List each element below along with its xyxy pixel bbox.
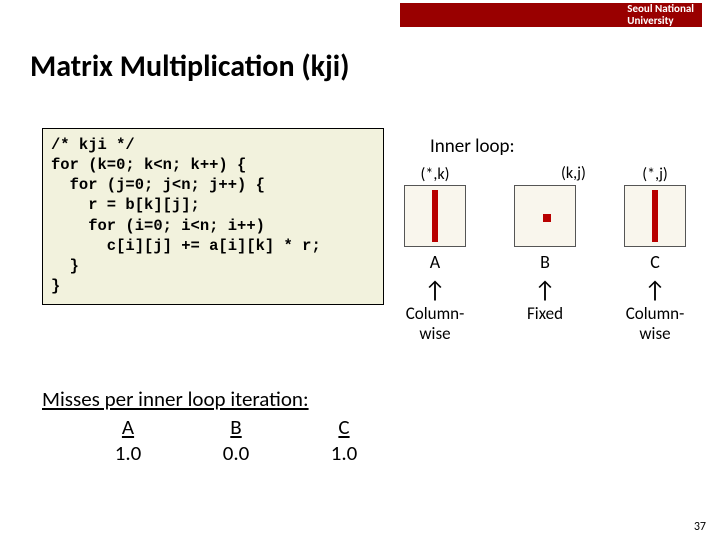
matrix-c-index: (*,j) — [642, 165, 668, 185]
arrow-up-icon: ↑ — [644, 281, 666, 300]
matrix-c-name: C — [650, 251, 660, 273]
matrix-b-access: Fixed — [527, 304, 563, 324]
misses-a-head: A — [98, 414, 158, 440]
matrix-a: (*,k) A ↑ Column- wise — [404, 165, 466, 343]
misses-section: Misses per inner loop iteration: A 1.0 B… — [42, 386, 374, 466]
matrix-a-access: Column- wise — [406, 304, 465, 343]
matrix-c-access: Column- wise — [626, 304, 685, 343]
matrix-diagram: (*,k) A ↑ Column- wise (k,j) B ↑ Fixed (… — [404, 165, 704, 343]
misses-b-val: 0.0 — [206, 440, 266, 466]
slide: Seoul National University Matrix Multipl… — [0, 0, 720, 540]
matrix-b: (k,j) B ↑ Fixed — [514, 165, 576, 343]
misses-c-val: 1.0 — [314, 440, 374, 466]
misses-c-head: C — [314, 414, 374, 440]
inner-loop-title: Inner loop: — [430, 135, 515, 158]
matrix-b-index: (k,j) — [561, 164, 586, 183]
element-mark — [543, 214, 551, 222]
column-mark — [652, 190, 658, 242]
column-mark — [432, 190, 438, 242]
misses-heading: Misses per inner loop iteration: — [42, 386, 309, 412]
matrix-c-box — [624, 185, 686, 247]
misses-col-a: A 1.0 — [98, 414, 158, 466]
misses-col-b: B 0.0 — [206, 414, 266, 466]
matrix-b-name: B — [540, 251, 550, 273]
header-bar: Seoul National University — [400, 3, 702, 27]
page-title: Matrix Multiplication (kji) — [30, 48, 349, 85]
matrix-a-index: (*,k) — [421, 165, 450, 185]
page-number: 37 — [694, 520, 706, 534]
arrow-up-icon: ↑ — [424, 281, 446, 300]
misses-col-c: C 1.0 — [314, 414, 374, 466]
misses-b-head: B — [206, 414, 266, 440]
matrix-b-box: (k,j) — [514, 185, 576, 247]
misses-a-val: 1.0 — [98, 440, 158, 466]
matrix-c: (*,j) C ↑ Column- wise — [624, 165, 686, 343]
arrow-up-icon: ↑ — [534, 281, 556, 300]
misses-table: A 1.0 B 0.0 C 1.0 — [42, 414, 374, 466]
matrix-a-box — [404, 185, 466, 247]
matrix-a-name: A — [430, 251, 440, 273]
org-name: Seoul National University — [627, 3, 694, 27]
code-block: /* kji */ for (k=0; k<n; k++) { for (j=0… — [42, 128, 384, 305]
